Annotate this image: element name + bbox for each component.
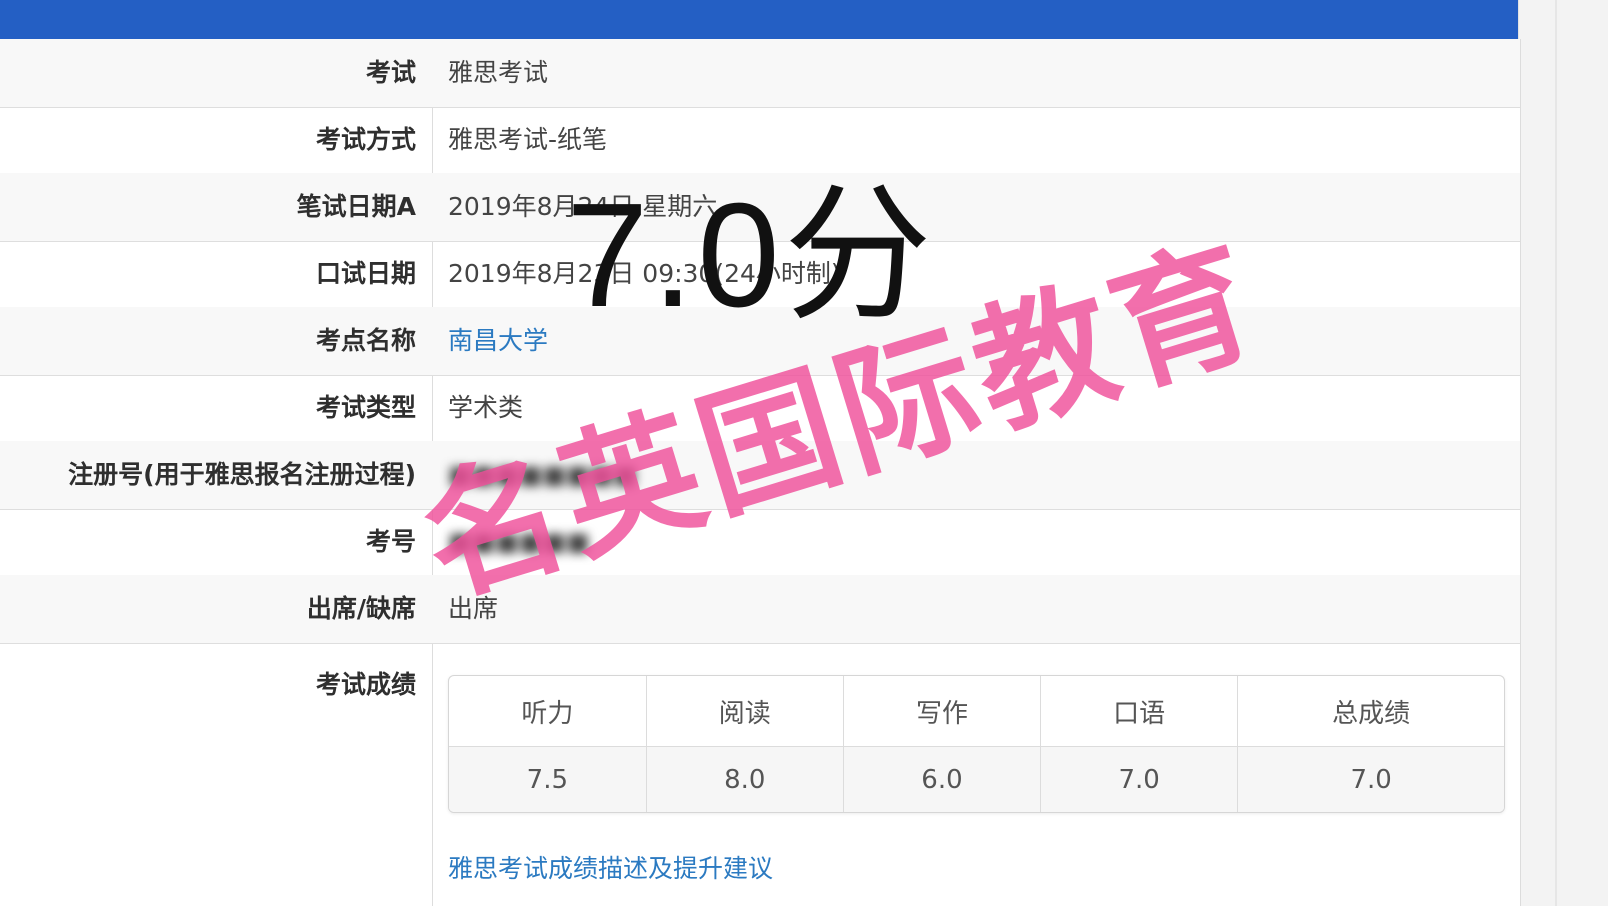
row-value: 雅思考试 [448, 58, 549, 87]
row-label: 考试方式 [315, 125, 416, 154]
row-label: 出席/缺席 [306, 594, 416, 623]
scores-header-row: 听力 阅读 写作 口语 总成绩 [449, 676, 1504, 747]
score-writing: 6.0 [843, 746, 1042, 812]
header-writing: 写作 [843, 676, 1042, 747]
row-attendance: 出席/缺席 出席 [0, 575, 1520, 644]
row-label: 考试类型 [315, 393, 416, 422]
score-speaking: 7.0 [1040, 746, 1239, 812]
page-right-gutter [1518, 0, 1608, 906]
score-reading: 8.0 [646, 746, 844, 812]
scores-label: 考试成绩 [315, 670, 416, 699]
score-description-link[interactable]: 雅思考试成绩描述及提升建议 [448, 849, 773, 885]
row-value: 雅思考试-纸笔 [448, 125, 608, 154]
row-exam: 考试 雅思考试 [0, 39, 1520, 108]
row-label: 笔试日期A [296, 192, 416, 221]
scores-table: 听力 阅读 写作 口语 总成绩 7.5 8.0 6.0 7.0 7.0 [448, 675, 1505, 813]
test-centre-link[interactable]: 南昌大学 [448, 307, 548, 375]
row-label: 考号 [365, 527, 416, 556]
header-overall: 总成绩 [1237, 676, 1504, 747]
gutter-edge [1555, 0, 1557, 906]
row-label: 考试 [365, 58, 416, 87]
row-label: 口试日期 [315, 259, 416, 288]
row-exam-mode: 考试方式 雅思考试-纸笔 [0, 106, 1520, 175]
header-listening: 听力 [449, 676, 647, 747]
header-speaking: 口语 [1040, 676, 1239, 747]
header-bar [0, 0, 1518, 39]
row-label: 考点名称 [315, 326, 416, 355]
score-listening: 7.5 [449, 746, 647, 812]
row-label: 注册号(用于雅思报名注册过程) [68, 460, 416, 489]
score-overall: 7.0 [1237, 746, 1504, 812]
scores-value-row: 7.5 8.0 6.0 7.0 7.0 [449, 746, 1504, 812]
header-reading: 阅读 [646, 676, 844, 747]
